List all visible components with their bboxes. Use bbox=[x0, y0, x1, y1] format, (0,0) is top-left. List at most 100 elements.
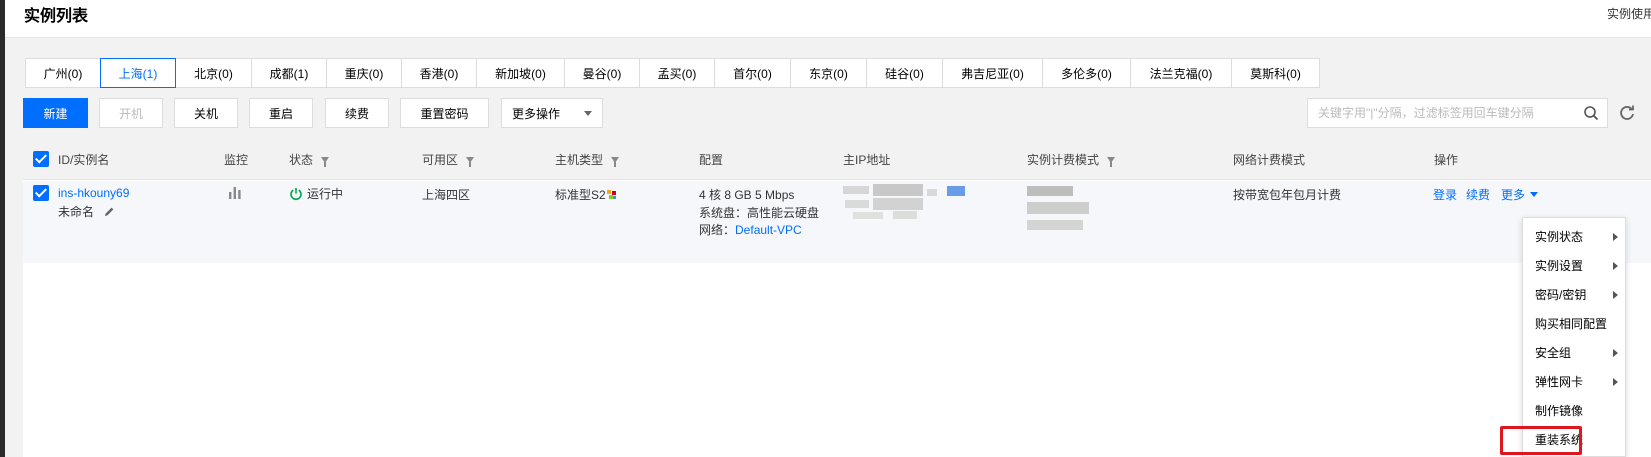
select-all-checkbox[interactable] bbox=[33, 151, 49, 167]
login-link[interactable]: 登录 bbox=[1433, 186, 1457, 203]
caret-down-icon bbox=[1530, 192, 1539, 197]
col-monitor: 监控 bbox=[224, 153, 249, 167]
col-actions: 操作 bbox=[1434, 153, 1459, 167]
renew-button[interactable]: 续费 bbox=[325, 98, 389, 128]
region-tab-shanghai[interactable]: 上海(1) bbox=[100, 58, 176, 88]
menu-item-elastic-nic[interactable]: 弹性网卡 bbox=[1523, 367, 1627, 396]
region-tab-chongqing[interactable]: 重庆(0) bbox=[326, 58, 402, 88]
config-line-2: 系统盘：高性能云硬盘 bbox=[699, 206, 820, 220]
col-status[interactable]: 状态 bbox=[289, 151, 330, 168]
search-icon[interactable] bbox=[1583, 105, 1599, 121]
filter-icon[interactable] bbox=[1107, 156, 1116, 167]
menu-item-label: 实例状态 bbox=[1535, 230, 1584, 244]
menu-item-label: 安全组 bbox=[1535, 346, 1572, 360]
region-tab-singapore[interactable]: 新加坡(0) bbox=[476, 58, 565, 88]
caret-right-icon bbox=[1613, 349, 1618, 357]
edit-icon[interactable] bbox=[103, 206, 115, 218]
table-header: ID/实例名 监控 状态 可用区 主机类型 配置 主IP地址 实例计费模式 网络… bbox=[23, 138, 1651, 180]
col-billing-mode-label: 实例计费模式 bbox=[1027, 153, 1100, 167]
page-header: 实例列表 实例使用 bbox=[5, 0, 1651, 38]
status-text: 运行中 bbox=[307, 187, 344, 201]
region-tab-bangkok[interactable]: 曼谷(0) bbox=[564, 58, 640, 88]
filter-icon[interactable] bbox=[466, 156, 475, 167]
menu-item-instance-status[interactable]: 实例状态 bbox=[1523, 222, 1627, 251]
col-host-type[interactable]: 主机类型 bbox=[555, 151, 620, 168]
menu-item-create-image[interactable]: 制作镜像 bbox=[1523, 396, 1627, 425]
host-type-text: 标准型S2 bbox=[555, 188, 606, 202]
caret-right-icon bbox=[1613, 291, 1618, 299]
region-tab-beijing[interactable]: 北京(0) bbox=[175, 58, 252, 88]
instance-table: ID/实例名 监控 状态 可用区 主机类型 配置 主IP地址 实例计费模式 网络… bbox=[23, 138, 1651, 457]
new-button[interactable]: 新建 bbox=[23, 98, 88, 128]
col-billing-mode[interactable]: 实例计费模式 bbox=[1027, 151, 1116, 168]
more-actions-dropdown[interactable]: 更多操作 bbox=[501, 98, 603, 128]
instance-name-text: 未命名 bbox=[58, 205, 95, 219]
col-config: 配置 bbox=[699, 153, 724, 167]
region-tab-frankfurt[interactable]: 法兰克福(0) bbox=[1130, 58, 1232, 88]
caret-right-icon bbox=[1613, 262, 1618, 270]
col-status-label: 状态 bbox=[289, 153, 314, 167]
menu-item-label: 弹性网卡 bbox=[1535, 375, 1584, 389]
col-network-billing: 网络计费模式 bbox=[1233, 153, 1306, 167]
status-running: 运行中 bbox=[289, 185, 343, 202]
region-tab-chengdu[interactable]: 成都(1) bbox=[251, 58, 327, 88]
more-actions-link[interactable]: 更多 bbox=[1501, 186, 1539, 203]
col-primary-ip: 主IP地址 bbox=[843, 153, 891, 167]
row-checkbox[interactable] bbox=[33, 185, 49, 201]
network-billing-value: 按带宽包年包月计费 bbox=[1233, 188, 1342, 202]
config-network-label: 网络： bbox=[699, 223, 736, 237]
host-type-badge-icon bbox=[606, 189, 616, 199]
search-input[interactable] bbox=[1308, 99, 1568, 127]
table-row: ins-hkouny69 未命名 运行中 上海四区 标准型S2 4 核 8 GB… bbox=[23, 181, 1651, 263]
region-tab-silicon-valley[interactable]: 硅谷(0) bbox=[866, 58, 943, 88]
refresh-icon[interactable] bbox=[1618, 104, 1636, 122]
menu-item-security-group[interactable]: 安全组 bbox=[1523, 338, 1627, 367]
caret-right-icon bbox=[1613, 233, 1618, 241]
instance-id-link[interactable]: ins-hkouny69 bbox=[58, 186, 129, 200]
region-tab-moscow[interactable]: 莫斯科(0) bbox=[1231, 58, 1320, 88]
region-tab-tokyo[interactable]: 东京(0) bbox=[790, 58, 867, 88]
instance-usage-link[interactable]: 实例使用 bbox=[1607, 5, 1651, 22]
zone-value: 上海四区 bbox=[422, 188, 471, 202]
more-link-label: 更多 bbox=[1501, 188, 1526, 202]
region-tab-toronto[interactable]: 多伦多(0) bbox=[1042, 58, 1131, 88]
menu-item-buy-same-config[interactable]: 购买相同配置 bbox=[1523, 309, 1627, 338]
monitor-chart-icon[interactable] bbox=[228, 186, 242, 199]
renew-link[interactable]: 续费 bbox=[1466, 186, 1490, 203]
power-icon bbox=[290, 187, 302, 200]
menu-item-password-key[interactable]: 密码/密钥 bbox=[1523, 280, 1627, 309]
col-id-name: ID/实例名 bbox=[58, 153, 110, 167]
col-zone-label: 可用区 bbox=[422, 153, 459, 167]
col-zone[interactable]: 可用区 bbox=[422, 151, 475, 168]
filter-icon[interactable] bbox=[321, 156, 330, 167]
menu-item-instance-settings[interactable]: 实例设置 bbox=[1523, 251, 1627, 280]
search-box bbox=[1307, 98, 1608, 128]
menu-item-label: 购买相同配置 bbox=[1535, 317, 1608, 331]
config-network: 网络：Default-VPC bbox=[699, 221, 802, 238]
vpc-link[interactable]: Default-VPC bbox=[735, 223, 802, 237]
menu-item-label: 制作镜像 bbox=[1535, 404, 1584, 418]
menu-item-label: 实例设置 bbox=[1535, 259, 1584, 273]
caret-right-icon bbox=[1613, 378, 1618, 386]
chevron-down-icon bbox=[584, 111, 592, 116]
left-edge bbox=[0, 0, 5, 457]
more-actions-label: 更多操作 bbox=[512, 106, 561, 121]
filter-icon[interactable] bbox=[611, 156, 620, 167]
restart-button[interactable]: 重启 bbox=[249, 98, 313, 128]
col-host-type-label: 主机类型 bbox=[555, 153, 604, 167]
more-actions-menu: 实例状态 实例设置 密码/密钥 购买相同配置 安全组 弹性网卡 制作镜像 重装系… bbox=[1522, 217, 1626, 457]
page-title: 实例列表 bbox=[24, 8, 89, 25]
billing-mode-redacted bbox=[1027, 184, 1097, 232]
instance-name: 未命名 bbox=[58, 203, 115, 220]
region-tab-virginia[interactable]: 弗吉尼亚(0) bbox=[942, 58, 1043, 88]
region-tab-mumbai[interactable]: 孟买(0) bbox=[639, 58, 715, 88]
reset-password-button[interactable]: 重置密码 bbox=[400, 98, 489, 128]
start-button[interactable]: 开机 bbox=[99, 98, 163, 128]
primary-ip-redacted bbox=[843, 184, 973, 224]
config-line-1: 4 核 8 GB 5 Mbps bbox=[699, 188, 795, 202]
region-tab-guangzhou[interactable]: 广州(0) bbox=[25, 58, 101, 88]
region-tab-hongkong[interactable]: 香港(0) bbox=[401, 58, 477, 88]
shutdown-button[interactable]: 关机 bbox=[174, 98, 238, 128]
region-tab-seoul[interactable]: 首尔(0) bbox=[714, 58, 791, 88]
highlight-annotation bbox=[1500, 426, 1582, 455]
